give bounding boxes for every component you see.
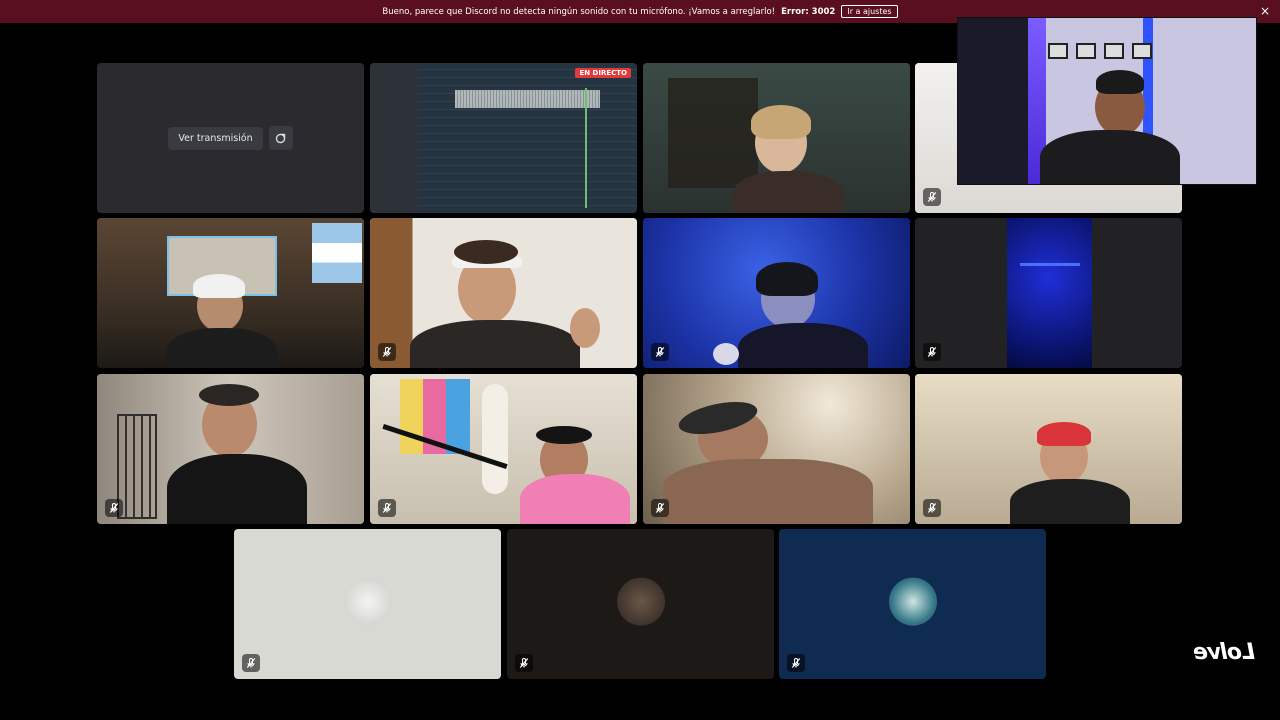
banner-message: Bueno, parece que Discord no detecta nin… xyxy=(382,6,776,17)
participant-tile[interactable] xyxy=(234,529,501,679)
participant-tile[interactable] xyxy=(97,218,364,368)
participant-tile[interactable] xyxy=(370,374,637,524)
microphone xyxy=(713,343,739,365)
mic-muted-icon xyxy=(651,499,669,517)
live-badge: EN DIRECTO xyxy=(575,68,631,78)
participant-tile[interactable] xyxy=(97,374,364,524)
mic-muted-icon xyxy=(651,343,669,361)
waveform xyxy=(455,90,600,108)
camera-feed xyxy=(1007,218,1092,368)
participant-tile[interactable] xyxy=(370,218,637,368)
participant-tile[interactable] xyxy=(507,529,774,679)
playhead xyxy=(585,88,587,208)
participant-tile[interactable] xyxy=(779,529,1046,679)
mic-muted-icon xyxy=(242,654,260,672)
guitar xyxy=(482,384,508,494)
watch-stream-button[interactable]: Ver transmisión xyxy=(168,126,263,150)
participant-tile[interactable] xyxy=(643,218,910,368)
participant-tile[interactable] xyxy=(915,218,1182,368)
mic-muted-icon xyxy=(923,499,941,517)
banner-error-code: Error: 3002 xyxy=(781,6,836,17)
participant-tile[interactable] xyxy=(643,374,910,524)
mic-muted-icon xyxy=(378,499,396,517)
flag xyxy=(312,223,362,283)
call-stage: Bueno, parece que Discord no detecta nin… xyxy=(0,0,1280,720)
mic-muted-icon xyxy=(787,654,805,672)
close-banner-icon[interactable]: × xyxy=(1260,4,1270,18)
go-to-settings-button[interactable]: Ir a ajustes xyxy=(841,5,898,18)
participant-tile[interactable] xyxy=(915,374,1182,524)
screen-share-tile[interactable]: EN DIRECTO xyxy=(370,63,637,213)
user-avatar xyxy=(343,577,392,626)
mic-muted-icon xyxy=(105,499,123,517)
user-avatar xyxy=(616,577,665,626)
stream-tile[interactable]: Ver transmisión xyxy=(97,63,364,213)
mic-muted-icon xyxy=(515,654,533,672)
participant-tile[interactable] xyxy=(643,63,910,213)
mic-muted-icon xyxy=(923,188,941,206)
mic-muted-icon xyxy=(923,343,941,361)
popout-stream-icon[interactable] xyxy=(268,126,293,150)
channel-logo: Lolve xyxy=(1194,640,1255,665)
streamer-webcam-overlay xyxy=(957,17,1257,185)
daw-screen xyxy=(370,63,637,213)
mic-muted-icon xyxy=(378,343,396,361)
user-avatar xyxy=(888,577,937,626)
